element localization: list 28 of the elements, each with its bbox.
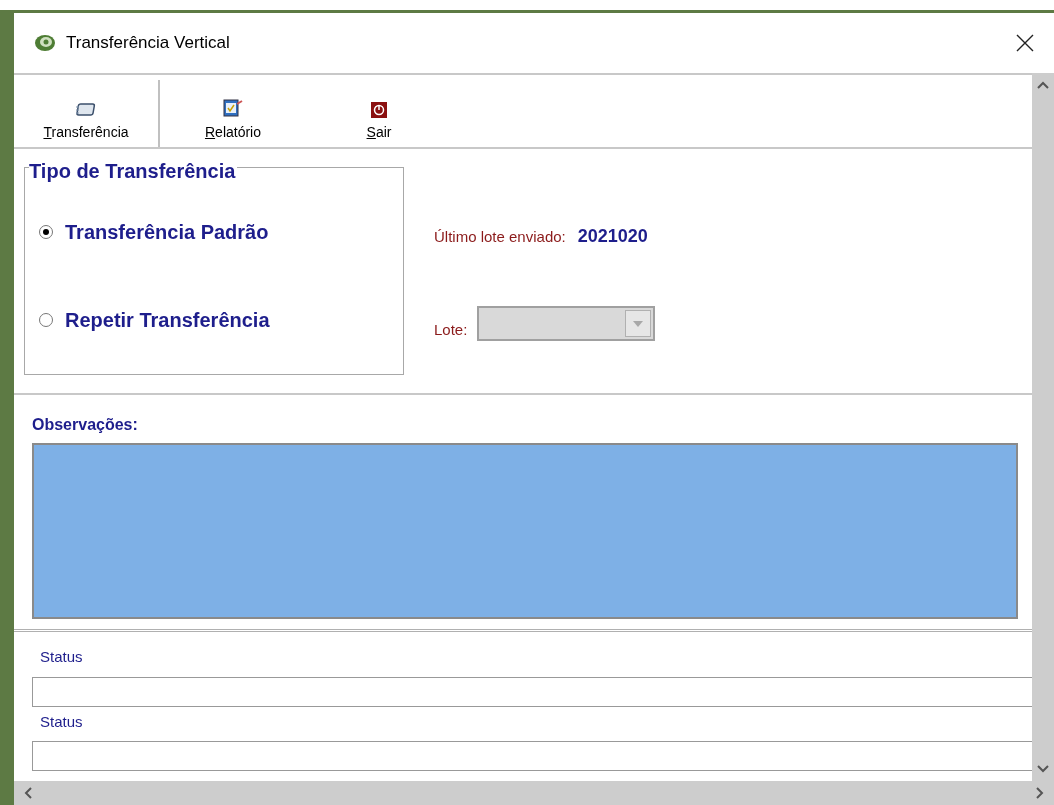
notes-field[interactable] <box>32 443 1018 619</box>
radio-button[interactable] <box>39 313 53 327</box>
status-field[interactable] <box>32 676 1032 707</box>
window-title: Transferência Vertical <box>66 32 230 55</box>
close-icon[interactable] <box>1016 34 1034 52</box>
horizontal-scrollbar[interactable] <box>14 781 1054 805</box>
scroll-down-icon[interactable] <box>1037 765 1049 773</box>
app-logo-icon <box>34 34 56 52</box>
vertical-scrollbar[interactable] <box>1032 73 1054 781</box>
last-batch-value: 2021020 <box>577 225 648 248</box>
radio-option[interactable]: Repetir Transferência <box>39 305 403 335</box>
radio-option[interactable]: Transferência Padrão <box>39 217 403 247</box>
scroll-left-icon[interactable] <box>24 787 32 799</box>
notes-label: Observações: <box>32 415 139 435</box>
toolbar-button[interactable]: Relatório <box>160 80 306 147</box>
scroll-right-icon[interactable] <box>1036 787 1044 799</box>
clipboard-icon <box>223 98 243 118</box>
status-label: Status <box>39 647 84 667</box>
toolbar-button[interactable]: Sair <box>306 80 452 147</box>
folder-icon <box>75 102 97 118</box>
batch-label: Lote: <box>434 319 468 340</box>
status-field[interactable] <box>32 741 1032 771</box>
power-icon <box>371 102 387 118</box>
scroll-up-icon[interactable] <box>1037 81 1049 89</box>
radio-button[interactable] <box>39 225 53 239</box>
status-label: Status <box>39 711 84 732</box>
last-batch-label: Último lote enviado: <box>434 227 566 247</box>
dropdown-arrow-icon <box>633 320 644 327</box>
